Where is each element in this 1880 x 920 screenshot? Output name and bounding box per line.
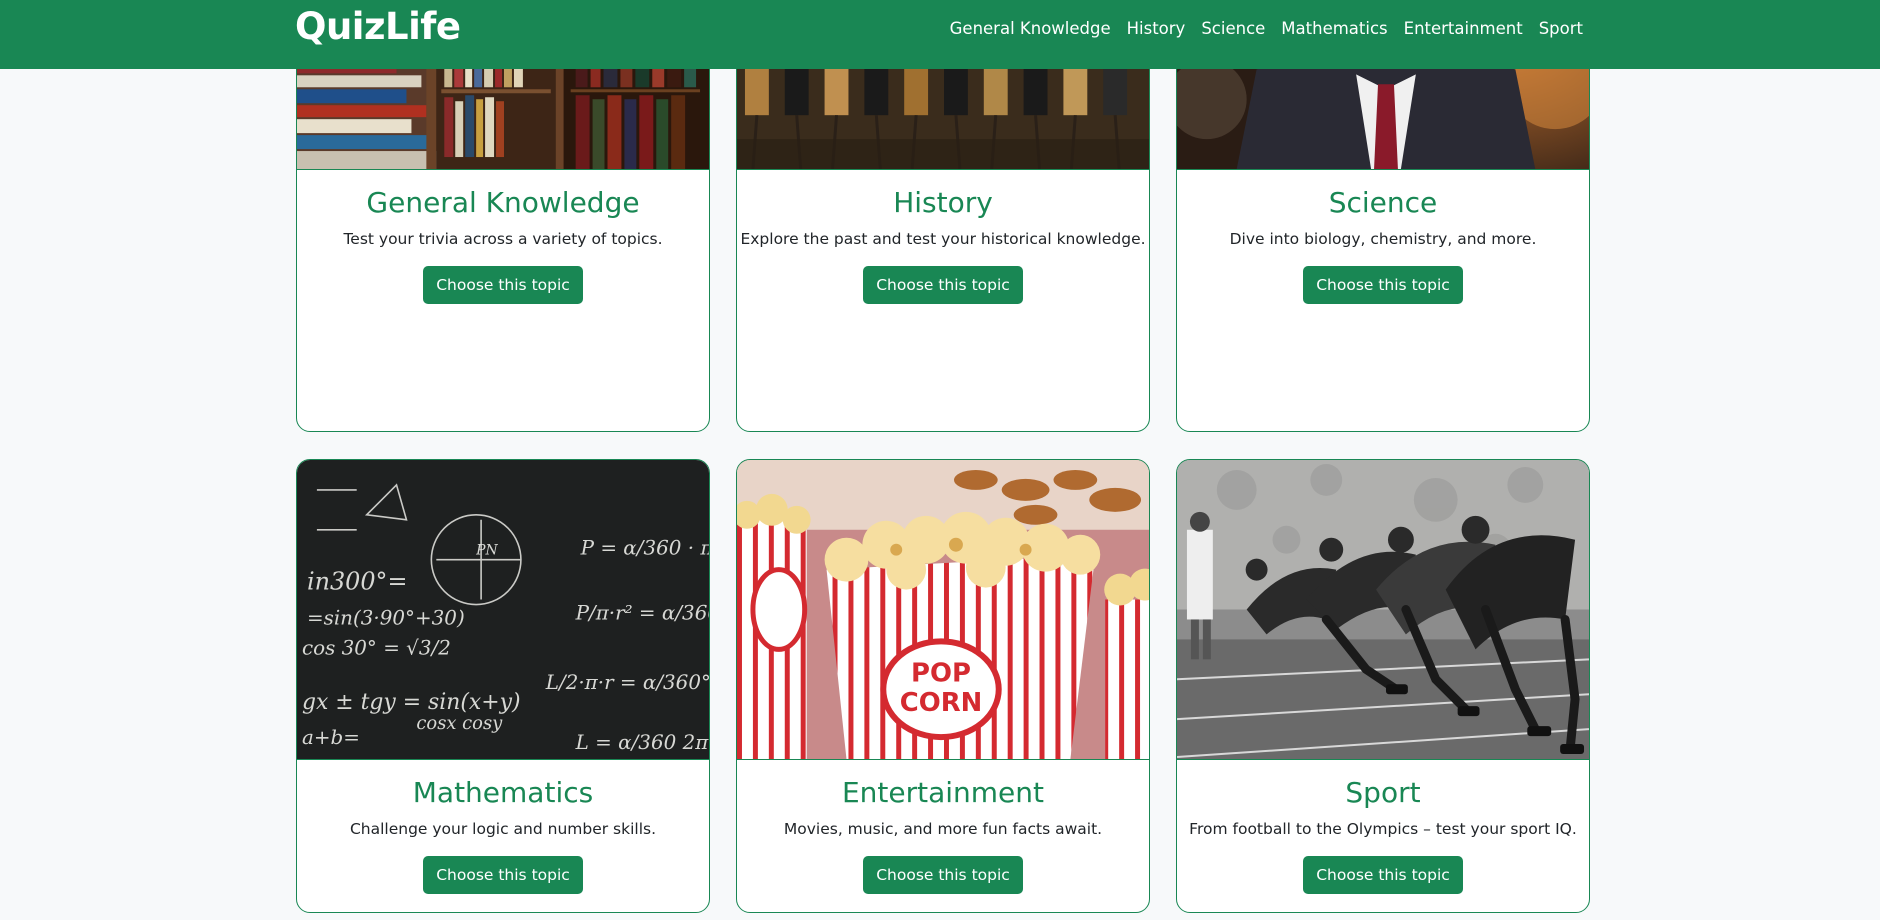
- card-title: Science: [1328, 186, 1438, 219]
- card-body: Sport From football to the Olympics – te…: [1177, 760, 1589, 894]
- navbar: QuizLife General Knowledge History Scien…: [0, 0, 1880, 69]
- svg-text:P = α/360 · π·r²: P = α/360 · π·r²: [580, 537, 709, 560]
- card-body: General Knowledge Test your trivia acros…: [297, 170, 709, 304]
- nav-link-sport[interactable]: Sport: [1539, 19, 1583, 38]
- choose-topic-button-entertainment[interactable]: Choose this topic: [863, 856, 1023, 894]
- card-description: Dive into biology, chemistry, and more.: [1229, 230, 1537, 248]
- nav-links: General Knowledge History Science Mathem…: [950, 0, 1583, 56]
- svg-text:cos 30° = √3/2: cos 30° = √3/2: [302, 636, 451, 659]
- sprinters-image: [1177, 460, 1589, 759]
- nav-link-mathematics[interactable]: Mathematics: [1281, 19, 1387, 38]
- svg-text:a+b=: a+b=: [302, 726, 360, 749]
- card-description: Movies, music, and more fun facts await.: [783, 820, 1103, 838]
- card-title: Sport: [1345, 776, 1421, 809]
- card-description: From football to the Olympics – test you…: [1189, 820, 1577, 838]
- choose-topic-button-science[interactable]: Choose this topic: [1303, 266, 1463, 304]
- svg-text:in300°=: in300°=: [307, 568, 408, 596]
- card-title: History: [893, 186, 993, 219]
- svg-text:cosx cosy: cosx cosy: [416, 713, 503, 734]
- card-body: Mathematics Challenge your logic and num…: [297, 760, 709, 894]
- card-body: Entertainment Movies, music, and more fu…: [737, 760, 1149, 894]
- topic-card-mathematics: in300°= =sin(3·90°+30) cos 30° = √3/2 gx…: [296, 459, 710, 913]
- card-description: Test your trivia across a variety of top…: [343, 230, 663, 248]
- card-body: History Explore the past and test your h…: [737, 170, 1149, 304]
- choose-topic-button-general-knowledge[interactable]: Choose this topic: [423, 266, 583, 304]
- topic-card-entertainment: POP CORN Entertainment Movies, music, an…: [736, 459, 1150, 913]
- nav-link-history[interactable]: History: [1127, 19, 1186, 38]
- svg-text:=sin(3·90°+30): =sin(3·90°+30): [307, 606, 465, 629]
- svg-text:POP: POP: [911, 658, 971, 688]
- choose-topic-button-mathematics[interactable]: Choose this topic: [423, 856, 583, 894]
- card-description: Challenge your logic and number skills.: [349, 820, 657, 838]
- card-image-mathematics: in300°= =sin(3·90°+30) cos 30° = √3/2 gx…: [297, 460, 709, 760]
- nav-link-entertainment[interactable]: Entertainment: [1404, 19, 1523, 38]
- card-description: Explore the past and test your historica…: [740, 230, 1146, 248]
- card-title: Mathematics: [412, 776, 594, 809]
- card-image-entertainment: POP CORN: [737, 460, 1149, 760]
- popcorn-image: POP CORN: [737, 460, 1149, 759]
- card-title: General Knowledge: [366, 186, 640, 219]
- topic-card-sport: Sport From football to the Olympics – te…: [1176, 459, 1590, 913]
- brand-logo[interactable]: QuizLife: [295, 0, 461, 53]
- svg-text:L = α/360 2π: L = α/360 2π: [575, 731, 709, 754]
- choose-topic-button-history[interactable]: Choose this topic: [863, 266, 1023, 304]
- nav-link-science[interactable]: Science: [1201, 19, 1265, 38]
- chalkboard-image: in300°= =sin(3·90°+30) cos 30° = √3/2 gx…: [297, 460, 709, 759]
- svg-text:gx ± tgy = sin(x+y): gx ± tgy = sin(x+y): [302, 690, 521, 715]
- choose-topic-button-sport[interactable]: Choose this topic: [1303, 856, 1463, 894]
- nav-link-general-knowledge[interactable]: General Knowledge: [950, 19, 1111, 38]
- card-image-sport: [1177, 460, 1589, 760]
- svg-text:CORN: CORN: [900, 688, 983, 718]
- card-body: Science Dive into biology, chemistry, an…: [1177, 170, 1589, 304]
- card-title: Entertainment: [841, 776, 1045, 809]
- svg-text:L/2·π·r = α/360°: L/2·π·r = α/360°: [545, 671, 709, 694]
- svg-text:PN: PN: [475, 543, 498, 559]
- svg-text:P/π·r² = α/360°: P/π·r² = α/360°: [575, 601, 709, 624]
